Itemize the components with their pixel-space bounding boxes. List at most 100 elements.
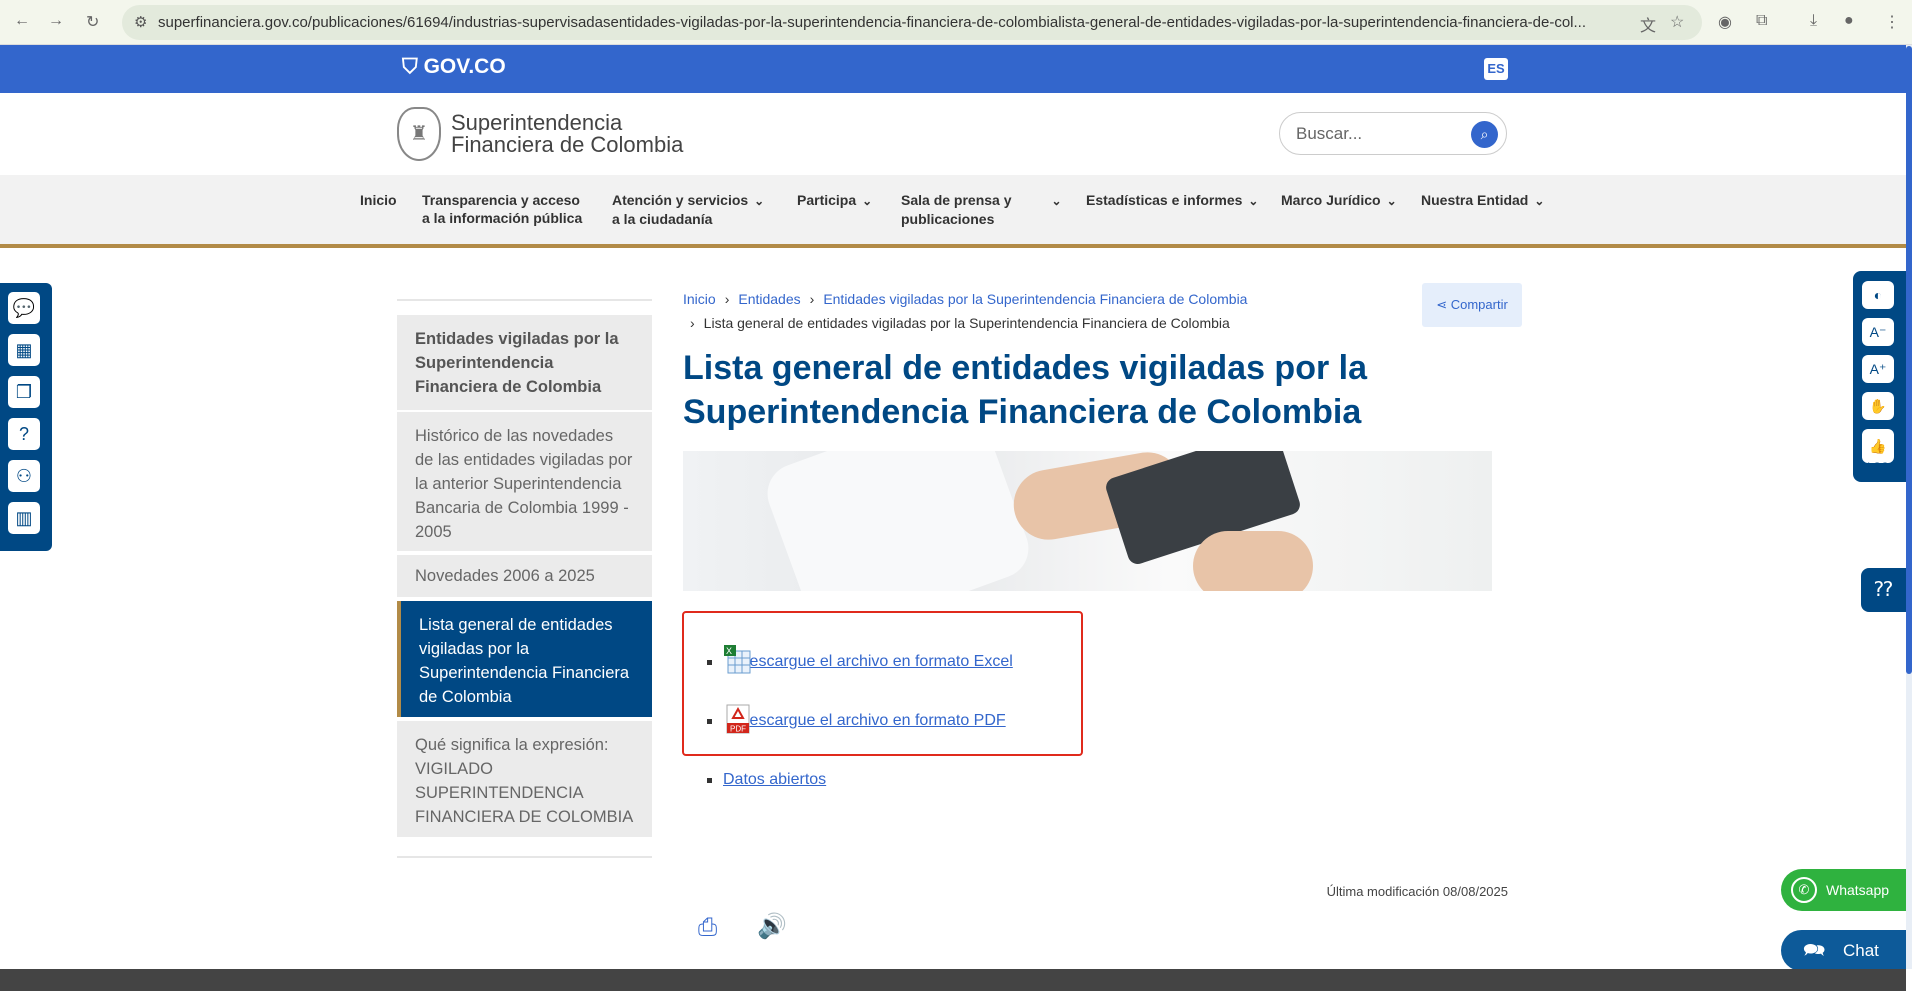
chevron-down-icon: ⌄ — [1248, 194, 1259, 208]
extension-icon[interactable]: ◉ — [1718, 12, 1732, 32]
share-label: Compartir — [1450, 297, 1508, 312]
language-button[interactable]: ES — [1484, 58, 1508, 80]
breadcrumb-link[interactable]: Entidades vigiladas por la Superintenden… — [823, 291, 1247, 307]
bullet — [707, 660, 712, 665]
lsc-button[interactable]: 👍 LSC — [1862, 429, 1894, 473]
nav-label: Nuestra Entidad — [1421, 192, 1529, 208]
increase-font-icon[interactable]: A⁺ — [1862, 355, 1894, 383]
chevron-right-icon: › — [690, 315, 695, 331]
nav-label: Atención y servicios — [612, 192, 749, 208]
pdf-link-text: Descargue el archivo en formato PDF — [738, 712, 1006, 729]
share-icon: ⋖ — [1436, 297, 1451, 312]
pdf-download-link[interactable]: PDF Descargue el archivo en formato PDF — [707, 704, 1006, 734]
chevron-down-icon: ⌄ — [754, 194, 765, 208]
side-menu-item[interactable]: Qué significa la expresión: VIGILADO SUP… — [397, 721, 652, 837]
bullet — [707, 778, 712, 783]
calendar-icon[interactable]: ▦ — [8, 334, 40, 366]
url-text: superfinanciera.gov.co/publicaciones/616… — [158, 14, 1587, 31]
chat-label: Chat — [1843, 941, 1879, 960]
nav-label: Estadísticas e informes — [1086, 192, 1243, 208]
extensions-puzzle-icon[interactable]: ⧉ — [1756, 12, 1767, 30]
chevron-down-icon: ⌄ — [862, 194, 873, 208]
whatsapp-button[interactable]: ✆ Whatsapp — [1781, 869, 1906, 911]
forward-icon[interactable]: → — [48, 12, 64, 30]
print-icon[interactable]: ⎙ — [698, 914, 717, 942]
govco-logo-text: GOV.CO — [423, 55, 506, 78]
open-data-link-text: Datos abiertos — [723, 771, 827, 788]
search-icon[interactable]: ⌕ — [1471, 121, 1498, 148]
gov-bar: ⛉ GOV.CO ES — [0, 45, 1906, 93]
bookmark-star-icon[interactable]: ☆ — [1670, 12, 1684, 32]
help-icon[interactable]: ? — [8, 418, 40, 450]
nav-label: Transparencia y acceso — [422, 192, 580, 208]
site-info-icon[interactable]: ⚙ — [134, 5, 147, 40]
scrollbar-thumb[interactable] — [1906, 46, 1912, 674]
nav-inicio[interactable]: Inicio — [360, 191, 397, 209]
breadcrumb-link[interactable]: Inicio — [683, 291, 716, 307]
site-logo[interactable]: ♜ Superintendencia Financiera de Colombia — [397, 107, 683, 161]
chevron-right-icon: › — [724, 291, 730, 307]
chevron-right-icon: › — [809, 291, 815, 307]
speaker-icon[interactable]: 🔊 — [757, 912, 787, 941]
left-quick-access-bar: 💬 ▦ ❐ ? ⚇ ▥ — [0, 283, 52, 551]
bullet — [707, 719, 712, 724]
share-button[interactable]: ⋖ Compartir — [1422, 283, 1522, 327]
svg-text:X: X — [726, 646, 732, 656]
breadcrumb-current: › Lista general de entidades vigiladas po… — [690, 311, 1230, 335]
menu-kebab-icon[interactable]: ⋮ — [1884, 12, 1900, 32]
side-menu-item[interactable]: Novedades 2006 a 2025 — [397, 555, 652, 597]
contrast-icon[interactable]: ◐ — [1862, 281, 1894, 309]
chevron-down-icon: ⌄ — [1051, 194, 1062, 208]
nav-sala-prensa[interactable]: Sala de prensa y ⌄ publicaciones — [901, 191, 1062, 228]
nav-transparencia[interactable]: Transparencia y acceso a la información p… — [422, 191, 582, 227]
address-bar[interactable]: ⚙ superfinanciera.gov.co/publicaciones/61… — [122, 5, 1702, 40]
chat-icon: 🗪 — [1803, 940, 1826, 960]
logo-line1: Superintendencia — [451, 110, 623, 135]
thumbs-up-icon: 👍 — [1869, 438, 1887, 454]
excel-download-link[interactable]: X Descargue el archivo en formato Excel — [707, 645, 1013, 674]
nav-label: a la ciudadanía — [612, 211, 713, 227]
hero-image-calculator — [683, 451, 1492, 591]
translate-icon[interactable]: 文 — [1640, 12, 1656, 36]
nav-label: Participa — [797, 192, 857, 208]
reload-icon[interactable]: ↻ — [86, 12, 99, 32]
side-menu-item[interactable]: Histórico de las novedades de las entida… — [397, 412, 652, 551]
breadcrumb-link[interactable]: Entidades — [738, 291, 800, 307]
footer — [0, 969, 1906, 991]
sign-language-icon[interactable]: ✋ — [1862, 392, 1894, 420]
decrease-font-icon[interactable]: A⁻ — [1862, 318, 1894, 346]
side-menu-item[interactable]: Entidades vigiladas por la Superintenden… — [397, 315, 652, 410]
nav-atencion[interactable]: Atención y servicios ⌄ a la ciudadanía — [612, 191, 764, 228]
nav-nuestra-entidad[interactable]: Nuestra Entidad ⌄ — [1421, 191, 1544, 210]
nav-estadisticas[interactable]: Estadísticas e informes ⌄ — [1086, 191, 1258, 210]
chat-bubbles-icon[interactable]: 💬 — [8, 292, 40, 324]
download-icon[interactable]: ⤓ — [1810, 12, 1817, 30]
nav-label: a la información pública — [422, 210, 583, 226]
users-icon[interactable]: ⚇ — [8, 460, 40, 492]
side-menu: Entidades vigiladas por la Superintenden… — [397, 299, 652, 858]
main-nav: Inicio Transparencia y acceso a la inform… — [0, 175, 1906, 248]
back-icon[interactable]: ← — [14, 12, 30, 30]
coat-of-arms-icon: ♜ — [397, 107, 441, 161]
help-chat-icon[interactable]: ⁇ — [1861, 568, 1906, 612]
govco-logo[interactable]: ⛉ GOV.CO — [402, 55, 506, 79]
nav-participa[interactable]: Participa ⌄ — [797, 191, 872, 210]
open-data-link[interactable]: Datos abiertos — [707, 769, 826, 791]
building-icon[interactable]: ▥ — [8, 502, 40, 534]
chat-button[interactable]: 🗪 Chat — [1781, 930, 1906, 971]
search-input[interactable]: Buscar... ⌕ — [1279, 112, 1507, 155]
nav-marco-juridico[interactable]: Marco Jurídico ⌄ — [1281, 191, 1397, 210]
nav-label: Inicio — [360, 192, 397, 208]
whatsapp-icon: ✆ — [1791, 877, 1817, 903]
profile-avatar[interactable]: ● — [1844, 12, 1854, 30]
documents-icon[interactable]: ❐ — [8, 376, 40, 408]
highlight-box — [682, 611, 1083, 756]
page-title: Lista general de entidades vigiladas por… — [683, 349, 1368, 431]
lsc-label: LSC — [1867, 461, 1889, 473]
pdf-file-icon: PDF — [726, 704, 750, 734]
nav-label: Marco Jurídico — [1281, 192, 1381, 208]
nav-label: Sala de prensa y — [901, 192, 1012, 208]
breadcrumb: Inicio › Entidades › Entidades vigiladas por… — [683, 287, 1247, 311]
last-modified: Última modificación 08/08/2025 — [1326, 884, 1508, 899]
side-menu-item-active[interactable]: Lista general de entidades vigiladas por… — [397, 601, 652, 717]
